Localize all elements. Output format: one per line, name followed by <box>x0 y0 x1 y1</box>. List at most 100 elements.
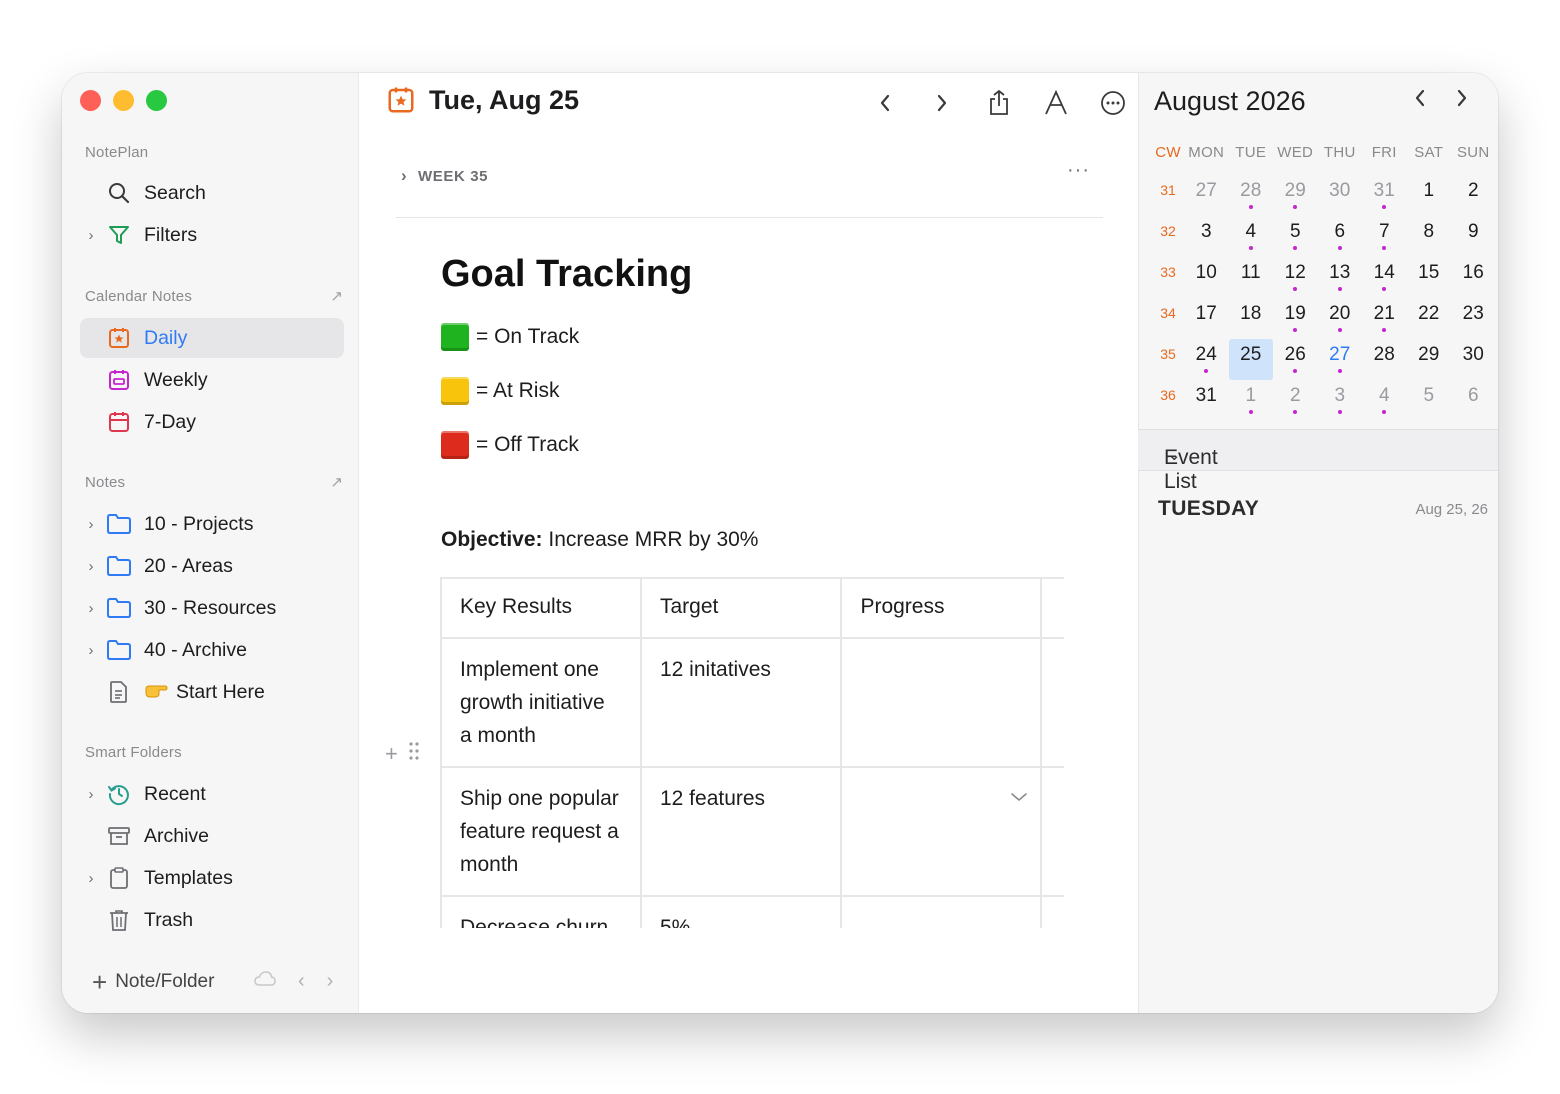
table-header-cell[interactable]: Target <box>639 577 843 639</box>
calendar-day[interactable]: 30 <box>1451 339 1496 375</box>
sidebar-item-projects[interactable]: › 10 - Projects <box>80 504 344 544</box>
chevron-right-icon[interactable]: › <box>80 227 102 244</box>
calendar-day[interactable]: 12 <box>1273 257 1318 293</box>
chevron-right-icon[interactable]: › <box>80 642 102 659</box>
week-section-toggle[interactable]: › WEEK 35 <box>401 166 488 186</box>
sidebar-item-trash[interactable]: Trash <box>80 900 344 940</box>
table-cell[interactable]: 12 initatives <box>639 637 843 768</box>
week-more-icon[interactable]: ··· <box>1067 159 1090 182</box>
table-cell[interactable]: 5% <box>639 895 843 928</box>
calendar-day[interactable]: 15 <box>1407 257 1452 293</box>
chevron-right-icon[interactable]: › <box>80 786 102 803</box>
minimize-window-button[interactable] <box>113 90 134 111</box>
calendar-day[interactable]: 31 <box>1184 380 1229 416</box>
drag-handle-icon[interactable] <box>408 741 420 767</box>
calendar-day[interactable]: 27 <box>1318 339 1363 375</box>
sidebar-item-archive-folder[interactable]: › 40 - Archive <box>80 630 344 670</box>
close-window-button[interactable] <box>80 90 101 111</box>
table-header-cell[interactable]: Key Results <box>440 577 642 639</box>
previous-day-button[interactable] <box>869 87 901 119</box>
calendar-day[interactable]: 24 <box>1184 339 1229 375</box>
calendar-day[interactable]: 5 <box>1407 380 1452 416</box>
share-icon[interactable] <box>983 87 1015 119</box>
chevron-right-icon[interactable]: › <box>80 870 102 887</box>
sidebar-item-areas[interactable]: › 20 - Areas <box>80 546 344 586</box>
table-cell-progress[interactable] <box>840 766 1042 897</box>
calendar-day[interactable]: 27 <box>1184 175 1229 211</box>
sidebar-item-weekly[interactable]: Weekly <box>80 360 344 400</box>
calendar-day[interactable]: 1 <box>1407 175 1452 211</box>
next-month-button[interactable] <box>1455 87 1469 115</box>
calendar-day[interactable]: 31 <box>1362 175 1407 211</box>
calendar-day[interactable]: 29 <box>1273 175 1318 211</box>
calendar-day[interactable]: 4 <box>1362 380 1407 416</box>
calendar-day[interactable]: 13 <box>1318 257 1363 293</box>
calendar-day[interactable]: 4 <box>1229 216 1274 252</box>
sidebar-item-recent[interactable]: › Recent <box>80 774 344 814</box>
calendar-day[interactable]: 29 <box>1407 339 1452 375</box>
calendar-week-number[interactable]: 35 <box>1152 339 1184 375</box>
calendar-day[interactable]: 8 <box>1407 216 1452 252</box>
calendar-day[interactable]: 20 <box>1318 298 1363 334</box>
calendar-day[interactable]: 11 <box>1229 257 1274 293</box>
calendar-day[interactable]: 17 <box>1184 298 1229 334</box>
table-cell[interactable]: Ship one popular feature request a month <box>440 766 642 897</box>
calendar-day[interactable]: 30 <box>1318 175 1363 211</box>
back-icon[interactable]: ‹ <box>298 970 305 993</box>
calendar-day[interactable]: 9 <box>1451 216 1496 252</box>
event-list-toggle[interactable]: Event List ⌄ <box>1138 429 1498 493</box>
add-note-folder-button[interactable]: + Note/Folder <box>92 969 214 995</box>
calendar-day[interactable]: 3 <box>1318 380 1363 416</box>
calendar-week-number[interactable]: 36 <box>1152 380 1184 416</box>
calendar-day[interactable]: 21 <box>1362 298 1407 334</box>
calendar-day[interactable]: 5 <box>1273 216 1318 252</box>
table-cell[interactable] <box>840 895 1042 928</box>
calendar-day[interactable]: 10 <box>1184 257 1229 293</box>
calendar-day[interactable]: 14 <box>1362 257 1407 293</box>
cloud-icon[interactable] <box>254 970 276 993</box>
sidebar-item-7-day[interactable]: 7-Day <box>80 402 344 442</box>
calendar-day[interactable]: 18 <box>1229 298 1274 334</box>
calendar-week-number[interactable]: 31 <box>1152 175 1184 211</box>
sidebar-item-resources[interactable]: › 30 - Resources <box>80 588 344 628</box>
calendar-day[interactable]: 3 <box>1184 216 1229 252</box>
table-cell[interactable]: Decrease churn <box>440 895 642 928</box>
chevron-right-icon[interactable]: › <box>80 516 102 533</box>
calendar-day[interactable]: 19 <box>1273 298 1318 334</box>
calendar-day[interactable]: 23 <box>1451 298 1496 334</box>
table-cell[interactable]: Implement one growth initiative a month <box>440 637 642 768</box>
table-header-cell[interactable]: Progress <box>840 577 1042 639</box>
sidebar-item-filters[interactable]: › Filters <box>80 215 344 255</box>
calendar-week-number[interactable]: 33 <box>1152 257 1184 293</box>
calendar-week-number[interactable]: 34 <box>1152 298 1184 334</box>
sidebar-item-daily[interactable]: Daily <box>80 318 344 358</box>
calendar-day[interactable]: 1 <box>1229 380 1274 416</box>
add-row-icon[interactable]: + <box>385 741 398 767</box>
calendar-day[interactable]: 6 <box>1451 380 1496 416</box>
table-cell[interactable]: 12 features <box>639 766 843 897</box>
sidebar-item-search[interactable]: Search <box>80 173 344 213</box>
calendar-week-number[interactable]: 32 <box>1152 216 1184 252</box>
calendar-day[interactable]: 2 <box>1451 175 1496 211</box>
chevron-down-icon[interactable] <box>1010 780 1028 813</box>
forward-icon[interactable]: › <box>327 970 334 993</box>
calendar-day[interactable]: 25 <box>1228 339 1273 380</box>
previous-month-button[interactable] <box>1413 87 1427 115</box>
chevron-right-icon[interactable]: › <box>80 558 102 575</box>
sidebar-item-start-here[interactable]: Start Here <box>80 672 344 712</box>
table-cell[interactable] <box>840 637 1042 768</box>
chevron-right-icon[interactable]: › <box>80 600 102 617</box>
expand-arrow-icon[interactable]: ↗ <box>330 287 343 305</box>
font-style-icon[interactable] <box>1040 87 1072 119</box>
more-options-icon[interactable] <box>1097 87 1129 119</box>
zoom-window-button[interactable] <box>146 90 167 111</box>
sidebar-item-archive[interactable]: Archive <box>80 816 344 856</box>
expand-arrow-icon[interactable]: ↗ <box>330 473 343 491</box>
sidebar-item-templates[interactable]: › Templates <box>80 858 344 898</box>
calendar-day[interactable]: 16 <box>1451 257 1496 293</box>
calendar-day[interactable]: 28 <box>1229 175 1274 211</box>
calendar-day[interactable]: 22 <box>1407 298 1452 334</box>
next-day-button[interactable] <box>926 87 958 119</box>
calendar-day[interactable]: 28 <box>1362 339 1407 375</box>
calendar-day[interactable]: 2 <box>1273 380 1318 416</box>
